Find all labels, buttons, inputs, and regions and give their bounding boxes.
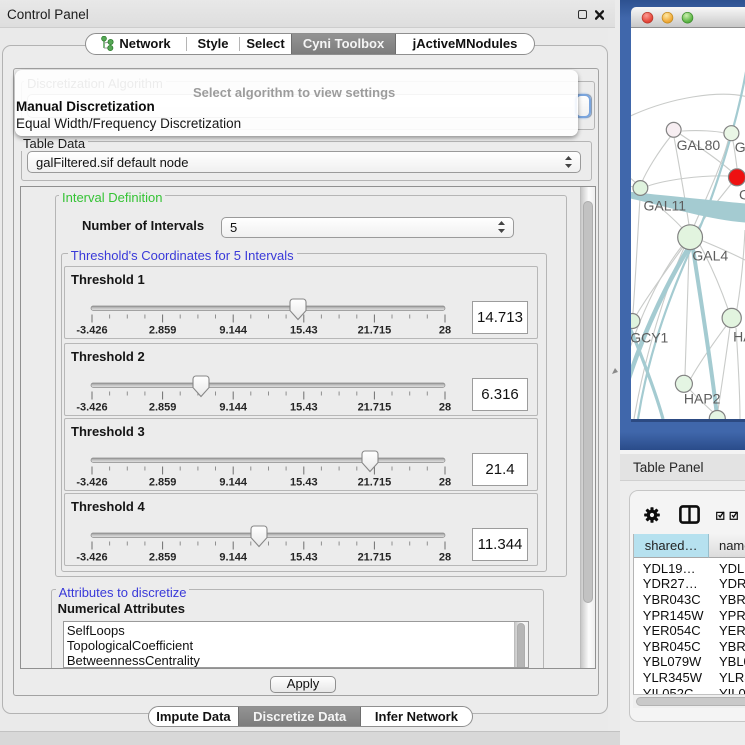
svg-text:HA: HA: [733, 329, 745, 345]
svg-text:28: 28: [439, 325, 451, 337]
svg-text:28: 28: [439, 476, 451, 488]
svg-text:9.144: 9.144: [219, 551, 247, 563]
svg-text:28: 28: [439, 401, 451, 413]
svg-text:15.43: 15.43: [290, 401, 318, 413]
svg-text:GAL4: GAL4: [692, 248, 728, 264]
svg-text:15.43: 15.43: [290, 551, 318, 563]
svg-text:2.859: 2.859: [149, 325, 177, 337]
svg-text:2.859: 2.859: [149, 401, 177, 413]
svg-text:GCY1: GCY1: [631, 330, 669, 346]
svg-text:2.859: 2.859: [149, 551, 177, 563]
svg-text:21.715: 21.715: [358, 325, 392, 337]
svg-text:-3.426: -3.426: [76, 551, 107, 563]
svg-text:CD: CD: [739, 187, 745, 203]
svg-text:9.144: 9.144: [219, 476, 247, 488]
svg-text:-3.426: -3.426: [76, 401, 107, 413]
svg-text:21.715: 21.715: [358, 551, 392, 563]
svg-text:GA: GA: [735, 139, 745, 155]
svg-text:9.144: 9.144: [219, 325, 247, 337]
svg-text:-3.426: -3.426: [76, 325, 107, 337]
svg-text:2.859: 2.859: [149, 476, 177, 488]
svg-text:21.715: 21.715: [358, 476, 392, 488]
svg-text:15.43: 15.43: [290, 325, 318, 337]
svg-text:GAL80: GAL80: [677, 137, 721, 153]
svg-text:21.715: 21.715: [358, 401, 392, 413]
svg-text:28: 28: [439, 551, 451, 563]
svg-text:15.43: 15.43: [290, 476, 318, 488]
svg-text:9.144: 9.144: [219, 401, 247, 413]
svg-text:-3.426: -3.426: [76, 476, 107, 488]
svg-text:GAL11: GAL11: [644, 198, 687, 214]
svg-text:HAP2: HAP2: [684, 391, 721, 407]
